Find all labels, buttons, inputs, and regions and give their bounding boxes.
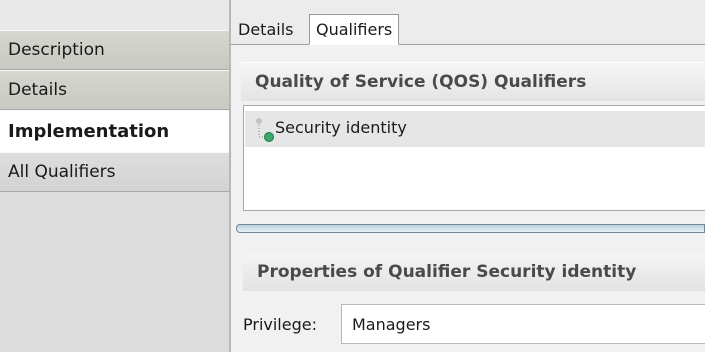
tab-label: Details bbox=[238, 19, 294, 39]
sidebar-top-spacer bbox=[0, 0, 229, 30]
sidebar-item-label: Details bbox=[8, 80, 67, 100]
section-title: Quality of Service (QOS) Qualifiers bbox=[241, 62, 705, 101]
list-item-label: Security identity bbox=[275, 118, 407, 137]
qos-section: Quality of Service (QOS) Qualifiers bbox=[241, 62, 705, 101]
splitter-handle[interactable] bbox=[236, 224, 705, 233]
qualifier-node-icon bbox=[256, 118, 274, 142]
sidebar-item-details[interactable]: Details bbox=[0, 70, 229, 110]
sidebar-item-all-qualifiers[interactable]: All Qualifiers bbox=[0, 152, 229, 192]
sidebar-item-description[interactable]: Description bbox=[0, 30, 229, 70]
sidebar-item-label: All Qualifiers bbox=[8, 162, 116, 182]
content-panel: Details Qualifiers Quality of Service (Q… bbox=[231, 0, 705, 352]
qualifier-list[interactable]: Security identity bbox=[243, 105, 705, 211]
privilege-label: Privilege: bbox=[243, 315, 317, 334]
sidebar-item-label: Implementation bbox=[8, 120, 170, 142]
tab-label: Qualifiers bbox=[316, 20, 393, 39]
sidebar-item-implementation[interactable]: Implementation bbox=[0, 110, 229, 152]
tab-bar: Details Qualifiers bbox=[231, 0, 705, 45]
privilege-field[interactable]: Managers bbox=[341, 304, 705, 344]
list-item[interactable]: Security identity bbox=[245, 111, 705, 147]
tab-qualifiers[interactable]: Qualifiers bbox=[309, 14, 400, 45]
privilege-value: Managers bbox=[352, 314, 431, 334]
sidebar: Description Details Implementation All Q… bbox=[0, 0, 229, 352]
tab-details[interactable]: Details bbox=[231, 14, 300, 44]
sidebar-item-label: Description bbox=[8, 40, 105, 60]
properties-title: Properties of Qualifier Security identit… bbox=[243, 253, 705, 291]
